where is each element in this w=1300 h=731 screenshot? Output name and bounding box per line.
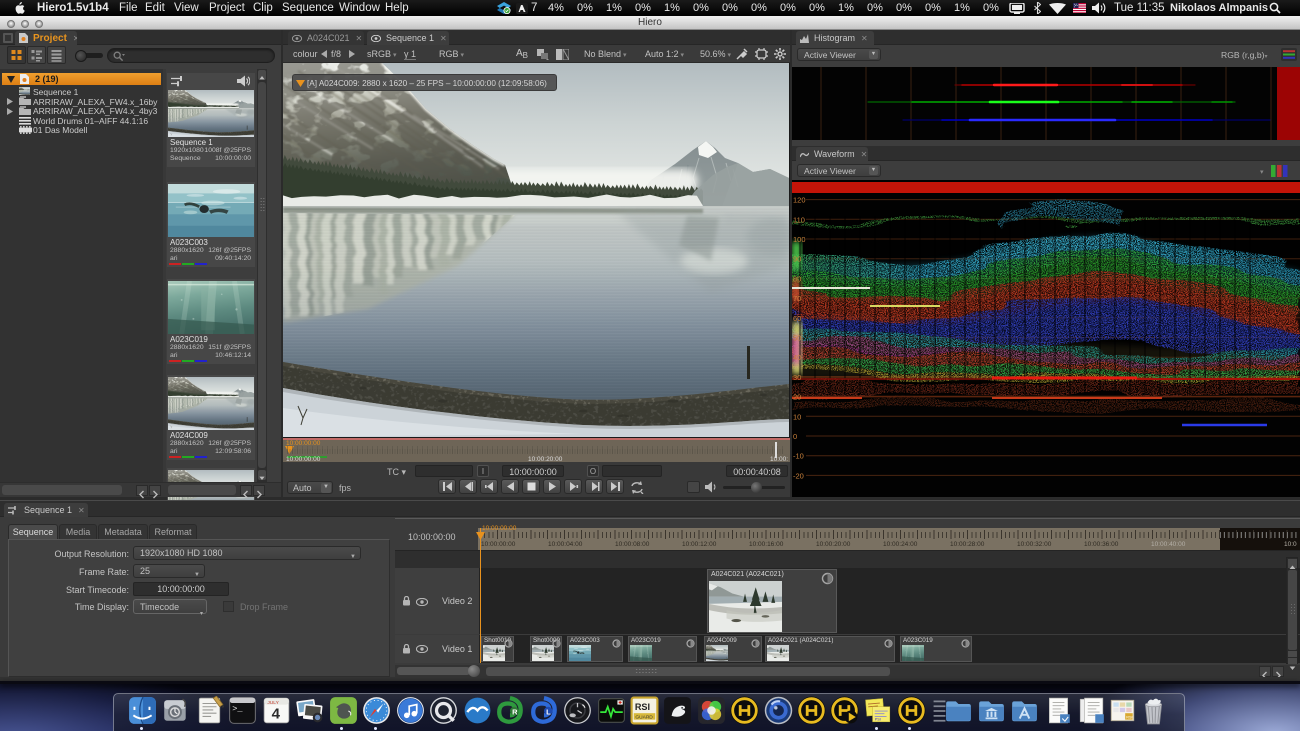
svg-text:80: 80 <box>793 274 801 283</box>
svg-text:10: 10 <box>793 412 801 421</box>
svg-text:90: 90 <box>793 255 801 264</box>
svg-text:50: 50 <box>793 334 801 343</box>
svg-text:-20: -20 <box>793 471 804 480</box>
svg-text:70: 70 <box>793 294 801 303</box>
svg-text:20: 20 <box>793 393 801 402</box>
svg-text:4: 4 <box>272 706 281 723</box>
svg-text:60: 60 <box>793 314 801 323</box>
svg-text:-10: -10 <box>793 452 804 461</box>
svg-text:30: 30 <box>793 373 801 382</box>
svg-text:40: 40 <box>793 353 801 362</box>
svg-text:PSI: PSI <box>875 718 881 722</box>
svg-text:110: 110 <box>793 215 805 224</box>
svg-text:>_: >_ <box>232 704 243 714</box>
svg-text:0: 0 <box>793 432 797 441</box>
svg-text:100: 100 <box>793 235 806 244</box>
svg-text:R: R <box>512 707 518 716</box>
svg-text:RSI: RSI <box>1126 716 1132 720</box>
svg-text:RSI: RSI <box>635 702 650 712</box>
svg-text:GUARD: GUARD <box>635 715 653 721</box>
svg-text:L: L <box>546 707 551 716</box>
svg-text:120: 120 <box>793 196 806 205</box>
